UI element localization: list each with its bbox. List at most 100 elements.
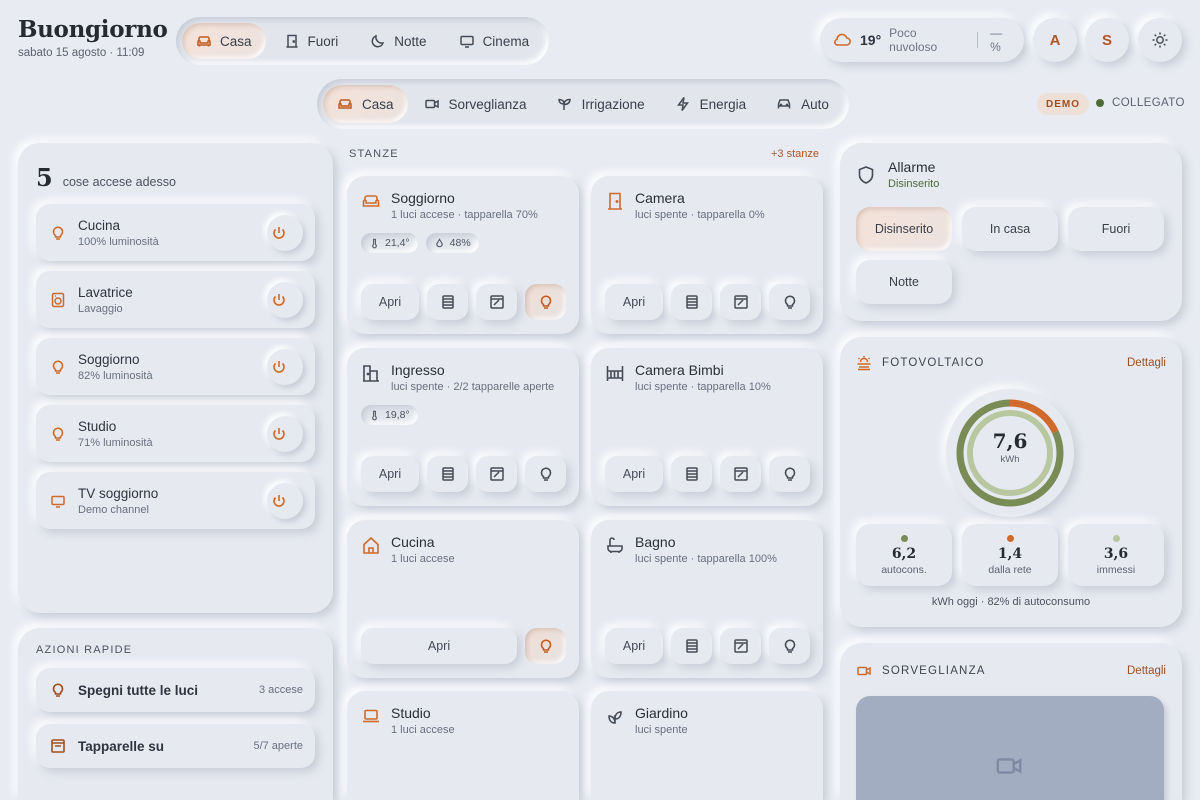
drop-icon <box>434 237 445 249</box>
device-row-tv-soggiorno[interactable]: TV soggiorno Demo channel <box>36 472 315 529</box>
open-room-button[interactable]: Apri <box>605 284 663 320</box>
tab-casa[interactable]: Casa <box>323 85 408 123</box>
room-header: Camera Bimbi luci spente · tapparella 10% <box>605 362 771 393</box>
active-count-number: 5 <box>36 163 53 192</box>
power-button[interactable] <box>267 415 303 452</box>
alarm-option-notte[interactable]: Notte <box>856 260 952 304</box>
open-room-button[interactable]: Apri <box>361 284 419 320</box>
light-toggle-button[interactable] <box>525 628 566 664</box>
open-room-button[interactable]: Apri <box>605 628 663 664</box>
light-toggle-button[interactable] <box>769 628 810 664</box>
open-room-button[interactable]: Apri <box>605 456 663 492</box>
device-row-cucina[interactable]: Cucina 100% luminosità <box>36 204 315 261</box>
blinds-icon <box>684 294 700 310</box>
sofa-icon <box>361 190 381 221</box>
room-card-bagno[interactable]: Bagno luci spente · tapparella 100% Apri <box>591 520 823 678</box>
device-detail: 100% luminosità <box>78 235 159 248</box>
tv-icon <box>459 33 475 49</box>
sun-icon <box>1151 31 1169 49</box>
cloud-icon <box>832 30 852 50</box>
room-card-soggiorno[interactable]: Soggiorno 1 luci accese · tapparella 70% 2… <box>347 176 579 334</box>
room-actions: Apri <box>605 456 810 492</box>
room-header: Soggiorno 1 luci accese · tapparella 70% <box>361 190 538 221</box>
alarm-option-disinserito[interactable]: Disinserito <box>856 207 952 251</box>
theme-toggle-button[interactable] <box>1138 18 1182 62</box>
mode-notte[interactable]: Notte <box>356 23 440 59</box>
window-button[interactable] <box>476 456 517 492</box>
room-info: Giardino luci spente <box>635 705 688 736</box>
device-name: TV soggiorno <box>78 485 159 501</box>
bulb-icon <box>50 682 78 698</box>
blinds-button[interactable] <box>427 456 468 492</box>
user-avatar-s[interactable]: S <box>1085 18 1129 62</box>
blinds-button[interactable] <box>671 456 712 492</box>
sensor-chip: 48% <box>425 233 479 253</box>
window-button[interactable] <box>720 284 761 320</box>
quick-action-blinds-up[interactable]: Tapparelle su 5/7 aperte <box>36 724 315 768</box>
window-button[interactable] <box>476 284 517 320</box>
light-toggle-button[interactable] <box>525 456 566 492</box>
device-info: Cucina 100% luminosità <box>78 218 159 248</box>
tab-energia[interactable]: Energia <box>661 85 761 123</box>
room-detail: 1 luci accese · tapparella 70% <box>391 209 538 221</box>
blinds-button[interactable] <box>671 628 712 664</box>
room-card-studio[interactable]: Studio 1 luci accese <box>347 691 579 800</box>
room-card-ingresso[interactable]: Ingresso luci spente · 2/2 tapparelle ape… <box>347 348 579 506</box>
sensor-chip: 19,8° <box>361 405 418 425</box>
light-toggle-button[interactable] <box>525 284 566 320</box>
quick-action-lights-off[interactable]: Spegni tutte le luci 3 accese <box>36 668 315 712</box>
room-name: Camera Bimbi <box>635 362 724 378</box>
surveillance-details-link[interactable]: Dettagli <box>1127 665 1166 677</box>
window-icon <box>733 638 749 654</box>
camera-preview[interactable] <box>856 696 1164 800</box>
device-row-studio[interactable]: Studio 71% luminosità <box>36 405 315 462</box>
window-button[interactable] <box>720 628 761 664</box>
weather-temp: 19° <box>860 32 882 48</box>
tab-sorveglianza[interactable]: Sorveglianza <box>410 85 541 123</box>
weather-widget[interactable]: 19° Poco nuvoloso —% <box>820 18 1024 62</box>
device-row-soggiorno[interactable]: Soggiorno 82% luminosità <box>36 338 315 395</box>
mode-switcher: Casa Fuori Notte Cinema <box>176 17 550 65</box>
room-card-giardino[interactable]: Giardino luci spente <box>591 691 823 800</box>
power-button[interactable] <box>267 214 303 251</box>
power-button[interactable] <box>267 482 303 519</box>
device-row-lavatrice[interactable]: Lavatrice Lavaggio <box>36 271 315 328</box>
room-card-camera-bimbi[interactable]: Camera Bimbi luci spente · tapparella 10%… <box>591 348 823 506</box>
alarm-option-fuori[interactable]: Fuori <box>1068 207 1164 251</box>
mode-cinema[interactable]: Cinema <box>445 23 544 59</box>
room-card-cucina[interactable]: Cucina 1 luci accese Apri <box>347 520 579 678</box>
room-actions: Apri <box>605 628 810 664</box>
stat-label: autocons. <box>881 563 927 576</box>
room-card-camera[interactable]: Camera luci spente · tapparella 0% Apri <box>591 176 823 334</box>
more-rooms-link[interactable]: +3 stanze <box>771 148 819 160</box>
blinds-button[interactable] <box>671 284 712 320</box>
room-info: Camera luci spente · tapparella 0% <box>635 190 765 221</box>
open-room-button[interactable]: Apri <box>361 456 419 492</box>
tab-auto[interactable]: Auto <box>762 85 843 123</box>
alarm-option-in-casa[interactable]: In casa <box>962 207 1058 251</box>
blinds-button[interactable] <box>427 284 468 320</box>
power-button[interactable] <box>267 348 303 385</box>
mode-casa[interactable]: Casa <box>182 23 266 59</box>
blinds-icon <box>684 638 700 654</box>
light-toggle-button[interactable] <box>769 284 810 320</box>
blinds-icon <box>684 466 700 482</box>
surveillance-panel: SORVEGLIANZA Dettagli <box>840 643 1182 800</box>
tab-irrigazione[interactable]: Irrigazione <box>543 85 659 123</box>
quick-action-count: 5/7 aperte <box>253 740 303 752</box>
alarm-state: Disinserito <box>888 178 940 190</box>
mode-fuori[interactable]: Fuori <box>270 23 353 59</box>
open-room-button[interactable]: Apri <box>361 628 517 664</box>
device-detail: Lavaggio <box>78 302 123 315</box>
room-name: Giardino <box>635 705 688 721</box>
house-icon <box>361 534 381 565</box>
greeting-block: Buongiorno sabato 15 agosto · 11:09 <box>18 16 168 59</box>
light-toggle-button[interactable] <box>769 456 810 492</box>
bathtub-icon <box>605 534 625 565</box>
sensor-value: 19,8° <box>385 409 410 421</box>
active-devices-panel: 5 cose accese adesso Cucina 100% luminos… <box>18 143 333 613</box>
window-button[interactable] <box>720 456 761 492</box>
user-avatar-a[interactable]: A <box>1033 18 1077 62</box>
solar-details-link[interactable]: Dettagli <box>1127 357 1166 369</box>
power-button[interactable] <box>267 281 303 318</box>
